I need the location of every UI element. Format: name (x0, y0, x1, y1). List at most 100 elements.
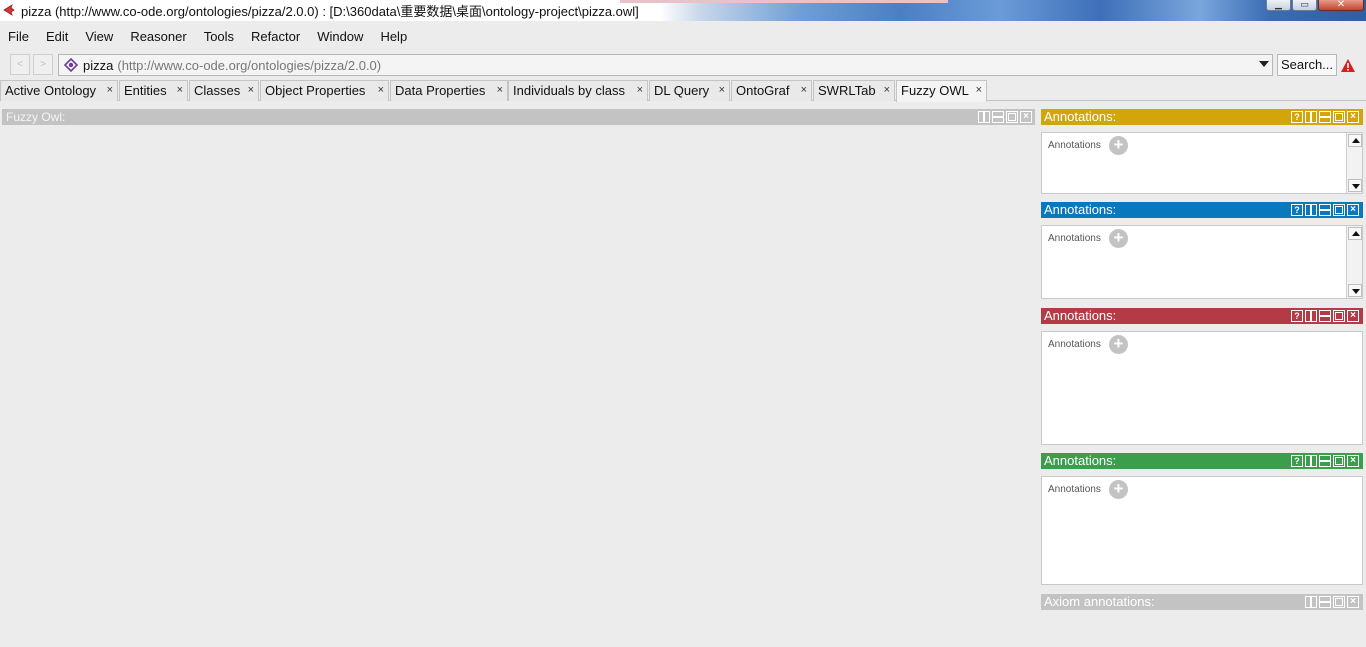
split-vertical-button[interactable] (1305, 111, 1317, 123)
panel-title: Annotations: (1044, 202, 1117, 217)
split-horizontal-button[interactable] (1319, 204, 1331, 216)
annotations-label: Annotations (1048, 233, 1101, 244)
close-view-button[interactable]: × (1020, 111, 1032, 123)
ontology-iri: (http://www.co-ode.org/ontologies/pizza/… (117, 57, 382, 73)
axiom-annotations-panel-header: Axiom annotations: × (1041, 594, 1363, 610)
plus-icon: + (1113, 334, 1124, 353)
close-view-button[interactable]: × (1347, 204, 1359, 216)
close-tab-icon[interactable]: × (719, 81, 725, 100)
add-annotation-button[interactable]: + (1109, 136, 1128, 155)
split-horizontal-button[interactable] (992, 111, 1004, 123)
help-button[interactable]: ? (1291, 455, 1303, 467)
close-tab-icon[interactable]: × (801, 81, 807, 100)
tab-classes[interactable]: Classes × (189, 80, 259, 101)
close-tab-icon[interactable]: × (497, 81, 503, 100)
scroll-up-arrow-icon[interactable] (1348, 134, 1362, 147)
menu-reasoner[interactable]: Reasoner (130, 29, 186, 44)
close-tab-icon[interactable]: × (248, 81, 254, 100)
help-icon: ? (1294, 205, 1300, 215)
split-vertical-button[interactable] (978, 111, 990, 123)
menu-view[interactable]: View (85, 29, 113, 44)
tab-fuzzy-owl[interactable]: Fuzzy OWL × (896, 80, 987, 102)
close-tab-icon[interactable]: × (884, 81, 890, 100)
search-button[interactable]: Search... (1277, 54, 1337, 76)
split-horizontal-button[interactable] (1319, 596, 1331, 608)
maximize-view-button[interactable] (1333, 310, 1345, 322)
tab-individuals-by-class[interactable]: Individuals by class × (508, 80, 648, 101)
title-bar-highlight (620, 0, 948, 3)
help-icon: ? (1294, 311, 1300, 321)
split-horizontal-button[interactable] (1319, 111, 1331, 123)
panel-controls: ? × (1289, 310, 1359, 322)
ontology-name: pizza (83, 57, 114, 73)
split-vertical-button[interactable] (1305, 204, 1317, 216)
vertical-scrollbar[interactable] (1346, 226, 1362, 298)
chevron-down-icon[interactable] (1259, 61, 1269, 67)
help-button[interactable]: ? (1291, 310, 1303, 322)
menu-refactor[interactable]: Refactor (251, 29, 300, 44)
scroll-down-arrow-icon[interactable] (1348, 284, 1362, 297)
tab-ontograf[interactable]: OntoGraf × (731, 80, 812, 101)
maximize-window-button[interactable]: ▭ (1292, 0, 1317, 11)
tab-label: Classes (194, 83, 241, 98)
maximize-view-button[interactable] (1333, 596, 1345, 608)
view-title: Fuzzy Owl: (6, 110, 66, 124)
vertical-scrollbar[interactable] (1346, 133, 1362, 193)
close-icon: ✕ (1336, 0, 1346, 10)
add-annotation-button[interactable]: + (1109, 480, 1128, 499)
panel-controls: ? × (1289, 204, 1359, 216)
tab-swrltab[interactable]: SWRLTab × (813, 80, 895, 101)
help-icon: ? (1294, 112, 1300, 122)
ontology-icon (64, 58, 78, 72)
tab-data-properties[interactable]: Data Properties × (390, 80, 508, 101)
close-view-button[interactable]: × (1347, 111, 1359, 123)
close-icon: × (1350, 596, 1356, 607)
annotations-panel-header-yellow: Annotations: ? × (1041, 109, 1363, 125)
active-ontology-selector[interactable]: pizza (http://www.co-ode.org/ontologies/… (58, 54, 1273, 76)
close-tab-icon[interactable]: × (107, 81, 113, 100)
menu-edit[interactable]: Edit (46, 29, 68, 44)
close-icon: × (1350, 111, 1356, 122)
close-tab-icon[interactable]: × (177, 81, 183, 100)
forward-button[interactable]: > (33, 54, 53, 75)
split-horizontal-button[interactable] (1319, 310, 1331, 322)
split-vertical-button[interactable] (1305, 310, 1317, 322)
help-button[interactable]: ? (1291, 204, 1303, 216)
menu-window[interactable]: Window (317, 29, 363, 44)
add-annotation-button[interactable]: + (1109, 229, 1128, 248)
maximize-view-button[interactable] (1333, 111, 1345, 123)
menu-tools[interactable]: Tools (204, 29, 234, 44)
split-horizontal-button[interactable] (1319, 455, 1331, 467)
tab-dl-query[interactable]: DL Query × (649, 80, 730, 101)
menu-file[interactable]: File (8, 29, 29, 44)
maximize-view-button[interactable] (1006, 111, 1018, 123)
close-view-button[interactable]: × (1347, 455, 1359, 467)
close-view-button[interactable]: × (1347, 310, 1359, 322)
maximize-view-button[interactable] (1333, 204, 1345, 216)
split-vertical-button[interactable] (1305, 596, 1317, 608)
tab-active-ontology[interactable]: Active Ontology × (0, 80, 118, 101)
menu-help[interactable]: Help (380, 29, 407, 44)
tab-label: DL Query (654, 83, 710, 98)
tab-entities[interactable]: Entities × (119, 80, 188, 101)
menu-bar: File Edit View Reasoner Tools Refactor W… (0, 24, 1366, 48)
tab-label: Entities (124, 83, 167, 98)
split-vertical-button[interactable] (1305, 455, 1317, 467)
close-tab-icon[interactable]: × (976, 81, 982, 100)
back-button[interactable]: < (10, 54, 30, 75)
maximize-view-button[interactable] (1333, 455, 1345, 467)
scroll-down-arrow-icon[interactable] (1348, 179, 1362, 192)
close-window-button[interactable]: ✕ (1318, 0, 1364, 11)
scroll-up-arrow-icon[interactable] (1348, 227, 1362, 240)
close-tab-icon[interactable]: × (637, 81, 643, 100)
help-button[interactable]: ? (1291, 111, 1303, 123)
close-tab-icon[interactable]: × (378, 81, 384, 100)
warning-icon[interactable] (1340, 58, 1356, 73)
restore-icon: ▭ (1300, 0, 1309, 9)
add-annotation-button[interactable]: + (1109, 335, 1128, 354)
window-title-bar: pizza (http://www.co-ode.org/ontologies/… (0, 0, 1366, 21)
minimize-window-button[interactable]: ▁ (1266, 0, 1291, 11)
tab-label: Individuals by class (513, 83, 625, 98)
close-view-button[interactable]: × (1347, 596, 1359, 608)
tab-object-properties[interactable]: Object Properties × (260, 80, 389, 101)
